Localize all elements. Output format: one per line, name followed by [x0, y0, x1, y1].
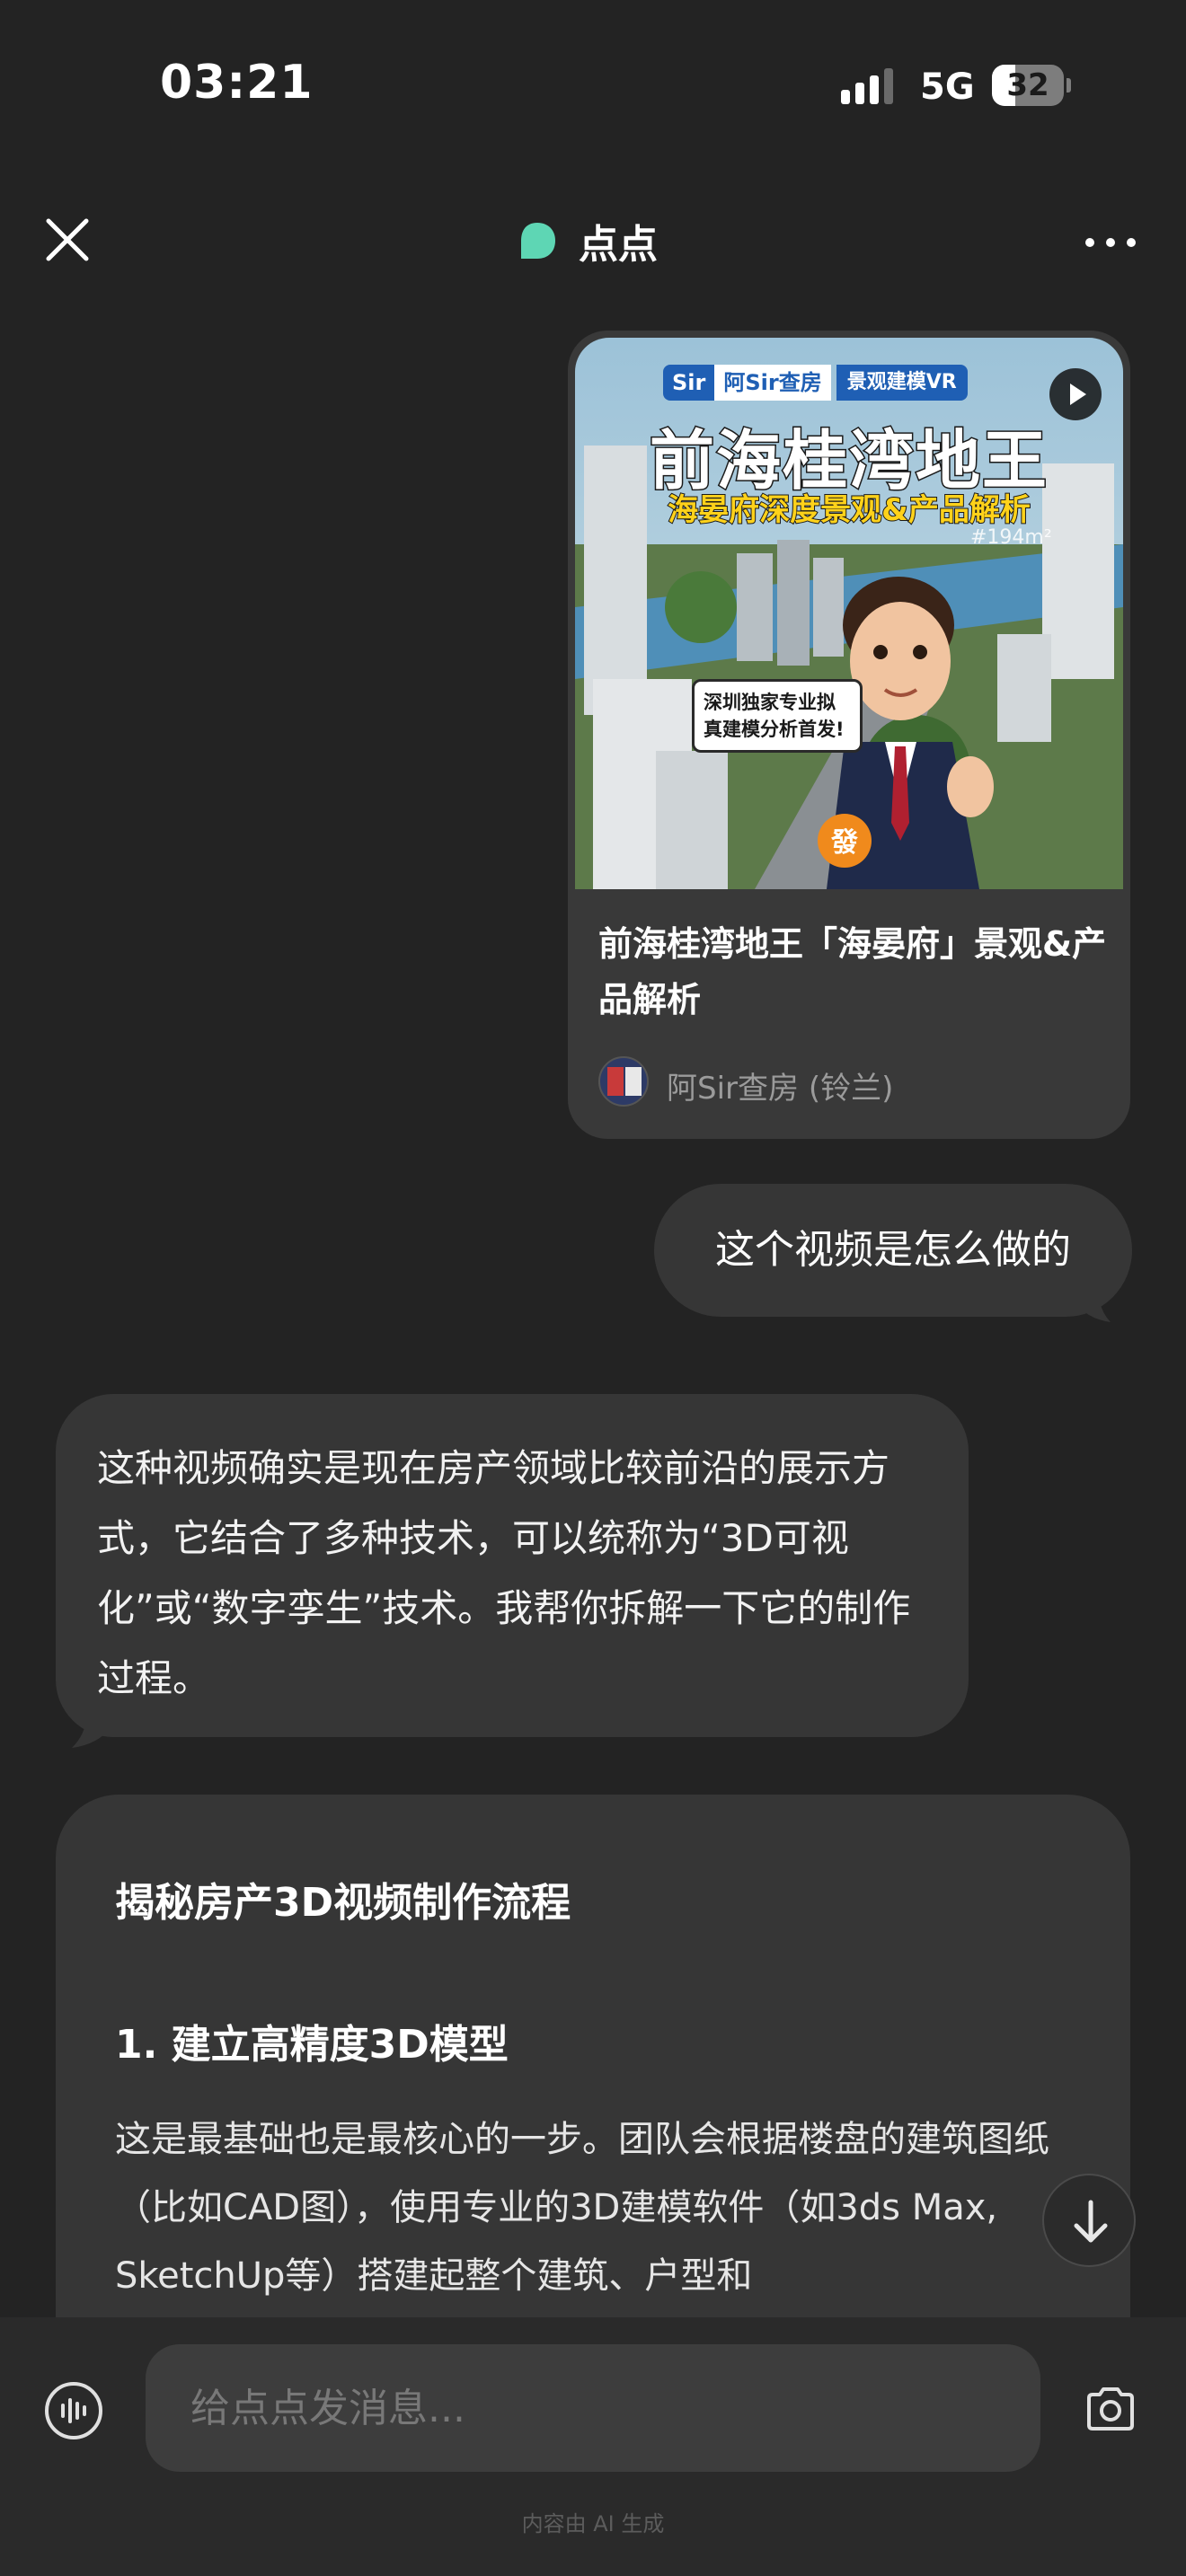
assistant-logo-icon — [521, 223, 555, 259]
thumbnail-note: 深圳独家专业拟真建模分析首发! — [692, 679, 863, 753]
signal-icon — [841, 68, 893, 104]
arrow-down-icon — [1074, 2200, 1108, 2243]
voice-input-button[interactable] — [45, 2382, 102, 2439]
camera-icon[interactable] — [1082, 2380, 1139, 2438]
video-thumbnail[interactable]: 發 Sir 阿Sir查房 景观建模VR 前海桂湾地王 海晏府深度景观&产品解析 … — [575, 338, 1123, 889]
svg-text:發: 發 — [830, 827, 858, 859]
chat-title: 点点 — [516, 214, 658, 268]
battery-indicator: 32 — [992, 65, 1071, 106]
voice-icon — [61, 2398, 86, 2423]
article-section-heading: 1. 建立高精度3D模型 — [115, 2022, 509, 2068]
author-name: 阿Sir查房 (铃兰) — [667, 1071, 894, 1107]
channel-badges: Sir 阿Sir查房 景观建模VR — [663, 365, 968, 401]
article-title: 揭秘房产3D视频制作流程 — [115, 1880, 571, 1926]
author-avatar — [598, 1056, 649, 1107]
bubble-tail — [1075, 1283, 1111, 1322]
ai-disclaimer: 内容由 AI 生成 — [521, 2511, 665, 2536]
user-message-bubble: 这个视频是怎么做的 — [654, 1184, 1132, 1317]
badge-sir: Sir — [663, 365, 715, 401]
chat-screen: 03:21 5G 32 点点 發 Sir 阿Sir查房 景观建模VR 前海桂湾地… — [0, 0, 1186, 2576]
more-icon[interactable] — [1085, 225, 1136, 260]
thumbnail-subtitle: 海晏府深度景观&产品解析 — [667, 491, 1031, 529]
thumbnail-tag: #194m² — [970, 526, 1052, 549]
article-body-text: 这是最基础也是最核心的一步。团队会根据楼盘的建筑图纸（比如CAD图），使用专业的… — [115, 2119, 1049, 2297]
badge-channel-name: 阿Sir查房 — [714, 365, 831, 401]
message-input[interactable] — [146, 2344, 1040, 2472]
assistant-message-text: 这种视频确实是现在房产领域比较前沿的展示方式，它结合了多种技术，可以统称为“3D… — [97, 1446, 911, 1700]
bubble-tail — [72, 1708, 111, 1748]
close-icon[interactable] — [40, 212, 95, 268]
battery-percent: 32 — [1006, 67, 1049, 103]
video-card[interactable]: 發 Sir 阿Sir查房 景观建模VR 前海桂湾地王 海晏府深度景观&产品解析 … — [568, 331, 1130, 1139]
badge-vr: 景观建模VR — [836, 365, 968, 401]
scroll-down-button[interactable] — [1042, 2174, 1136, 2267]
status-time: 03:21 — [160, 56, 314, 110]
play-icon[interactable] — [1049, 368, 1102, 420]
video-title[interactable]: 前海桂湾地王「海晏府」景观&产品解析 — [598, 916, 1111, 1028]
page-title: 点点 — [579, 222, 658, 268]
assistant-message-bubble: 这种视频确实是现在房产领域比较前沿的展示方式，它结合了多种技术，可以统称为“3D… — [56, 1394, 969, 1737]
network-label: 5G — [920, 66, 975, 108]
user-message-text: 这个视频是怎么做的 — [715, 1227, 1071, 1273]
